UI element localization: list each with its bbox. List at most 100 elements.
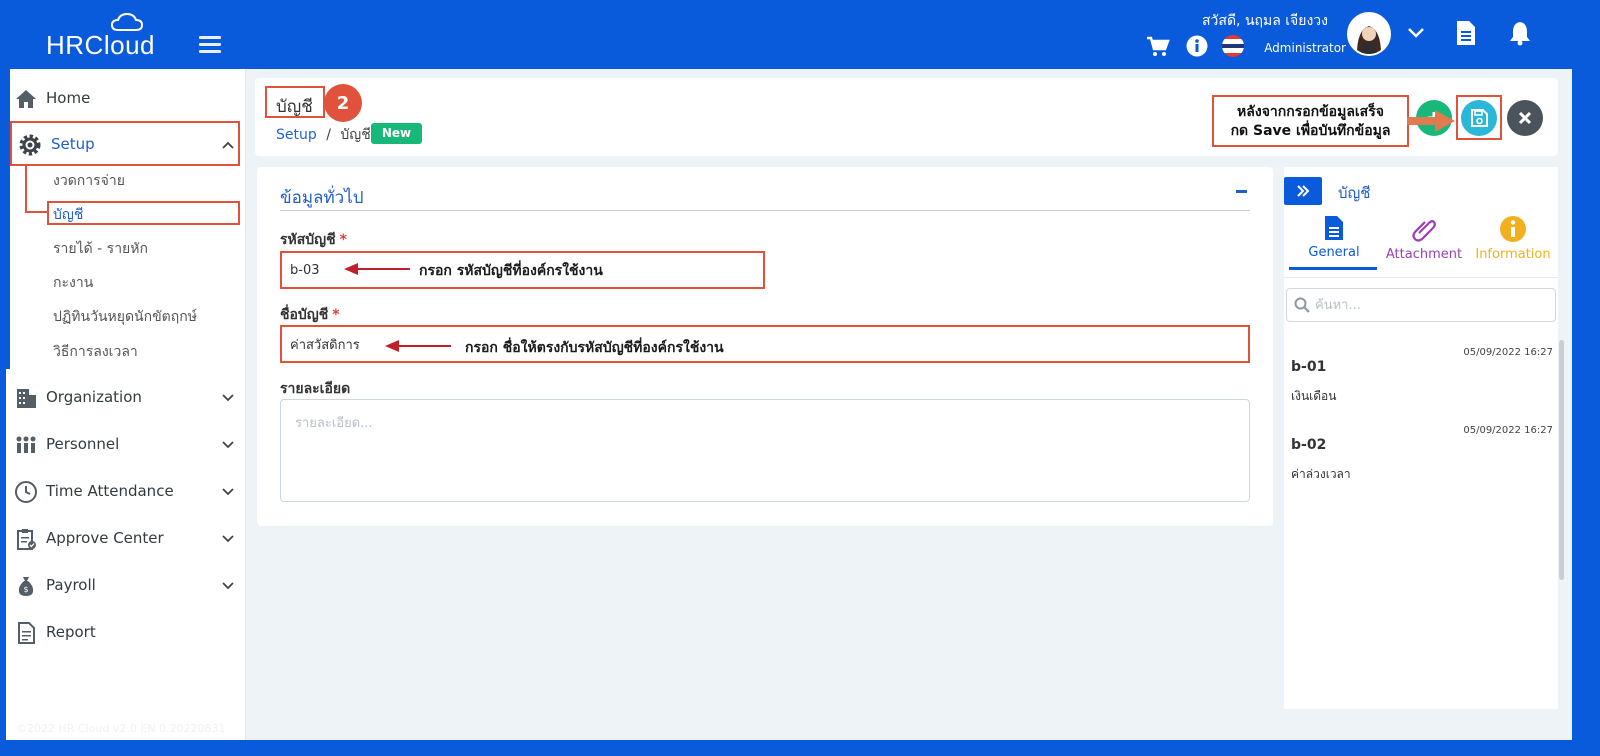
sidebar-item-personnel[interactable]: Personnel (6, 424, 246, 464)
section-divider (280, 210, 1250, 211)
record-list-panel: บัญชี General Attachment Information b-0… (1284, 167, 1558, 709)
required-mark: * (332, 307, 340, 323)
expand-panel-button[interactable] (1284, 177, 1322, 205)
breadcrumb-separator: / (326, 127, 331, 143)
setup-highlight (10, 121, 240, 166)
tab-label: Attachment (1385, 247, 1463, 262)
account-name-label-text: ชื่อบัญชี (280, 307, 329, 323)
sidebar-item-label: Home (46, 89, 91, 107)
avatar[interactable] (1347, 12, 1391, 56)
close-button[interactable] (1507, 100, 1543, 136)
list-item[interactable]: b-01 05/09/2022 16:27 เงินเดือน (1291, 347, 1553, 417)
logo[interactable]: HRCloud (46, 12, 176, 62)
paperclip-icon (1412, 220, 1436, 242)
record-date: 05/09/2022 16:27 (1463, 425, 1553, 436)
tab-general[interactable]: General (1304, 215, 1364, 260)
detail-textarea[interactable] (280, 399, 1250, 502)
active-tab-indicator (1289, 267, 1377, 270)
copyright-text: ©2022 HR Cloud v2.0 EN 0.20220831 (16, 722, 226, 735)
sidebar-subitem-time-method[interactable]: วิธีการลงเวลา (53, 341, 138, 363)
annotation-connector (25, 211, 47, 213)
sidebar-item-home[interactable]: Home (6, 78, 246, 118)
sidebar-subitem-account[interactable]: บัญชี (53, 204, 83, 226)
record-code: b-01 (1291, 359, 1327, 375)
panel-divider (1284, 277, 1558, 278)
tab-label: General (1308, 245, 1360, 260)
sidebar-item-payroll[interactable]: $ Payroll (6, 565, 246, 605)
chevron-down-icon (222, 582, 234, 590)
callout-line-2: กด Save เพื่อบันทึกข้อมูล (1230, 123, 1391, 139)
chevron-down-icon (222, 441, 234, 449)
sidebar-subitem-shift[interactable]: กะงาน (53, 272, 93, 294)
logo-text: HRCloud (46, 30, 155, 60)
cart-icon[interactable] (1146, 36, 1170, 58)
sidebar-item-label: Approve Center (46, 529, 164, 547)
collapse-icon[interactable] (1236, 190, 1247, 193)
breadcrumb-link-setup[interactable]: Setup (276, 127, 317, 143)
save-button[interactable] (1461, 100, 1497, 136)
double-chevron-right-icon (1297, 185, 1310, 197)
app-frame: HRCloud สวัสดี, นฤมล เจียงวง Administrat… (6, 0, 1572, 740)
chevron-down-icon (222, 394, 234, 402)
sidebar-subitem-holiday-calendar[interactable]: ปฏิทินวันหยุดนักขัตฤกษ์ (53, 306, 197, 328)
document-icon[interactable] (1455, 20, 1477, 46)
cloud-icon (110, 12, 144, 31)
sidebar-item-label: Payroll (46, 576, 96, 594)
chevron-down-icon (222, 488, 234, 496)
chevron-down-icon (222, 535, 234, 543)
thai-flag-icon[interactable] (1222, 35, 1244, 57)
top-bar: HRCloud สวัสดี, นฤมล เจียงวง Administrat… (6, 0, 1572, 69)
annotation-arrow-icon (344, 263, 410, 275)
sidebar-item-label: Report (46, 623, 96, 641)
tab-information[interactable]: Information (1473, 215, 1553, 262)
sidebar-item-organization[interactable]: Organization (6, 377, 246, 417)
account-code-note: กรอก รหัสบัญชีที่องค์กรใช้งาน (419, 263, 603, 279)
status-badge: New (371, 123, 422, 144)
building-icon (17, 389, 36, 408)
page-title: บัญชี (276, 97, 313, 117)
info-circle-icon (1500, 216, 1526, 242)
sidebar-item-report[interactable]: Report (6, 612, 246, 652)
account-code-label-text: รหัสบัญชี (280, 232, 336, 248)
sidebar-subitem-pay-period[interactable]: งวดการจ่าย (53, 170, 125, 192)
greeting-text: สวัสดี, นฤมล เจียงวง (1202, 13, 1328, 29)
user-role: Administrator (1264, 41, 1346, 55)
svg-text:$: $ (23, 585, 28, 594)
record-name: เงินเดือน (1291, 389, 1337, 403)
section-title: ข้อมูลทั่วไป (280, 188, 364, 208)
step-number-badge: 2 (324, 84, 362, 122)
record-code: b-02 (1291, 437, 1327, 453)
sidebar: Home Setup งวดการจ่าย บัญชี รายได้ - ราย… (6, 69, 246, 740)
callout-line-1: หลังจากกรอกข้อมูลเสร็จ (1237, 104, 1384, 120)
bell-icon[interactable] (1508, 20, 1532, 46)
search-input[interactable] (1286, 288, 1556, 322)
sidebar-item-label: Time Attendance (46, 482, 174, 500)
tab-attachment[interactable]: Attachment (1384, 215, 1464, 262)
clock-icon (15, 481, 37, 503)
chevron-down-icon[interactable] (1408, 28, 1424, 38)
list-item[interactable]: b-02 05/09/2022 16:27 ค่าล่วงเวลา (1291, 425, 1553, 495)
clipboard-icon (17, 529, 36, 550)
people-icon (16, 436, 36, 453)
sidebar-item-time-attendance[interactable]: Time Attendance (6, 471, 246, 511)
required-mark: * (339, 232, 347, 248)
sidebar-item-label: Organization (46, 388, 142, 406)
file-icon (1325, 216, 1343, 240)
home-icon (16, 90, 36, 108)
breadcrumb-current: บัญชี (340, 127, 371, 143)
floppy-disk-icon (1471, 109, 1488, 127)
annotation-connector (25, 165, 27, 213)
annotation-arrow-icon (385, 340, 451, 352)
sidebar-item-label: Personnel (46, 435, 120, 453)
sidebar-subitem-income-deduction[interactable]: รายได้ - รายหัก (53, 238, 148, 260)
menu-toggle-icon[interactable] (199, 36, 221, 54)
info-icon[interactable] (1186, 35, 1208, 57)
avatar-image (1349, 14, 1389, 54)
record-name: ค่าล่วงเวลา (1291, 467, 1351, 481)
account-name-label: ชื่อบัญชี * (280, 304, 340, 326)
report-document-icon (18, 622, 35, 644)
sidebar-item-approve-center[interactable]: Approve Center (6, 518, 246, 558)
scrollbar[interactable] (1559, 340, 1564, 580)
search-icon (1294, 297, 1310, 313)
record-date: 05/09/2022 16:27 (1463, 347, 1553, 358)
